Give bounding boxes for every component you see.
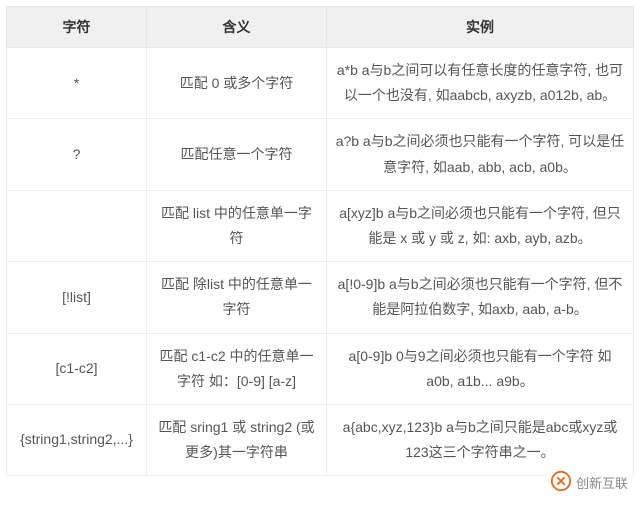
cell-meaning: 匹配 除list 中的任意单一字符 — [147, 262, 327, 333]
cell-char: [!list] — [7, 262, 147, 333]
cell-char — [7, 190, 147, 261]
table-row: 匹配 list 中的任意单一字符 a[xyz]b a与b之间必须也只能有一个字符… — [7, 190, 634, 261]
cell-example: a?b a与b之间必须也只能有一个字符, 可以是任意字符, 如aab, abb,… — [327, 119, 634, 190]
cell-example: a*b a与b之间可以有任意长度的任意字符, 也可以一个也没有, 如aabcb,… — [327, 48, 634, 119]
table-row: {string1,string2,...} 匹配 sring1 或 string… — [7, 404, 634, 475]
cell-meaning: 匹配 sring1 或 string2 (或更多)其一字符串 — [147, 404, 327, 475]
table-row: * 匹配 0 或多个字符 a*b a与b之间可以有任意长度的任意字符, 也可以一… — [7, 48, 634, 119]
cell-char: * — [7, 48, 147, 119]
watermark: 创新互联 — [546, 468, 632, 497]
table-row: ? 匹配任意一个字符 a?b a与b之间必须也只能有一个字符, 可以是任意字符,… — [7, 119, 634, 190]
cell-char: [c1-c2] — [7, 333, 147, 404]
table-row: [!list] 匹配 除list 中的任意单一字符 a[!0-9]b a与b之间… — [7, 262, 634, 333]
cell-meaning: 匹配任意一个字符 — [147, 119, 327, 190]
cell-example: a[!0-9]b a与b之间必须也只能有一个字符, 但不能是阿拉伯数字, 如ax… — [327, 262, 634, 333]
cell-example: a[0-9]b 0与9之间必须也只能有一个字符 如a0b, a1b... a9b… — [327, 333, 634, 404]
cell-meaning: 匹配 c1-c2 中的任意单一字符 如：[0-9] [a-z] — [147, 333, 327, 404]
watermark-text: 创新互联 — [576, 473, 628, 492]
table-row: [c1-c2] 匹配 c1-c2 中的任意单一字符 如：[0-9] [a-z] … — [7, 333, 634, 404]
header-char: 字符 — [7, 7, 147, 48]
table-header-row: 字符 含义 实例 — [7, 7, 634, 48]
cell-example: a{abc,xyz,123}b a与b之间只能是abc或xyz或123这三个字符… — [327, 404, 634, 475]
cell-char: ? — [7, 119, 147, 190]
cell-meaning: 匹配 list 中的任意单一字符 — [147, 190, 327, 261]
cell-char: {string1,string2,...} — [7, 404, 147, 475]
wildcard-table: 字符 含义 实例 * 匹配 0 或多个字符 a*b a与b之间可以有任意长度的任… — [6, 6, 634, 476]
header-meaning: 含义 — [147, 7, 327, 48]
watermark-logo-icon — [550, 470, 572, 495]
cell-example: a[xyz]b a与b之间必须也只能有一个字符, 但只能是 x 或 y 或 z,… — [327, 190, 634, 261]
cell-meaning: 匹配 0 或多个字符 — [147, 48, 327, 119]
header-example: 实例 — [327, 7, 634, 48]
